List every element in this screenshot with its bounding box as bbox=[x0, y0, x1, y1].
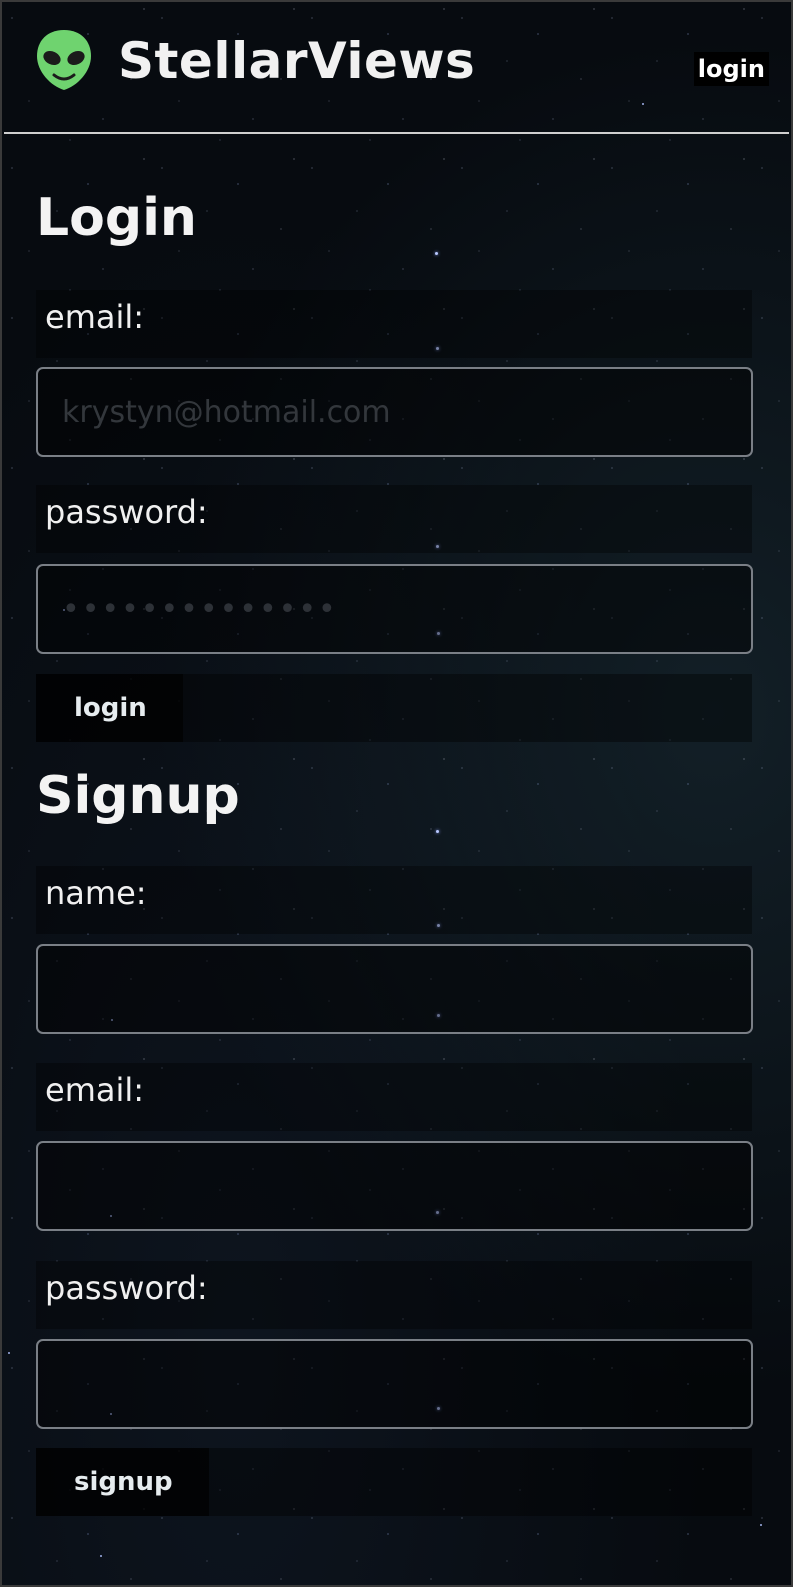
login-password-label-row: password: bbox=[36, 485, 752, 553]
star-icon bbox=[100, 1555, 102, 1557]
brand-name[interactable]: StellarViews bbox=[118, 30, 475, 92]
signup-email-label-row: email: bbox=[36, 1063, 752, 1131]
star-icon bbox=[760, 1524, 762, 1526]
signup-title: Signup bbox=[36, 766, 240, 826]
signup-name-label: name: bbox=[45, 874, 147, 912]
signup-name-label-row: name: bbox=[36, 866, 752, 934]
login-submit-button[interactable]: login bbox=[36, 674, 183, 742]
signup-password-label-row: password: bbox=[36, 1261, 752, 1329]
signup-password-input[interactable] bbox=[36, 1339, 753, 1429]
signup-email-input[interactable] bbox=[36, 1141, 753, 1231]
top-navbar: StellarViews login bbox=[4, 4, 789, 134]
alien-head-icon bbox=[37, 30, 91, 90]
login-email-input[interactable] bbox=[36, 367, 753, 457]
signup-name-input[interactable] bbox=[36, 944, 753, 1034]
signup-email-label: email: bbox=[45, 1071, 145, 1109]
signup-button-row: signup bbox=[36, 1448, 752, 1516]
signup-submit-button[interactable]: signup bbox=[36, 1448, 209, 1516]
login-button-row: login bbox=[36, 674, 752, 742]
signup-password-label: password: bbox=[45, 1269, 208, 1307]
nav-login-link[interactable]: login bbox=[693, 52, 769, 86]
login-password-label: password: bbox=[45, 493, 208, 531]
login-password-input[interactable] bbox=[36, 564, 753, 654]
star-icon bbox=[436, 830, 439, 833]
login-email-label-row: email: bbox=[36, 290, 752, 358]
login-title: Login bbox=[36, 188, 197, 248]
login-email-label: email: bbox=[45, 298, 145, 336]
star-icon bbox=[8, 1352, 10, 1354]
star-icon bbox=[435, 252, 438, 255]
